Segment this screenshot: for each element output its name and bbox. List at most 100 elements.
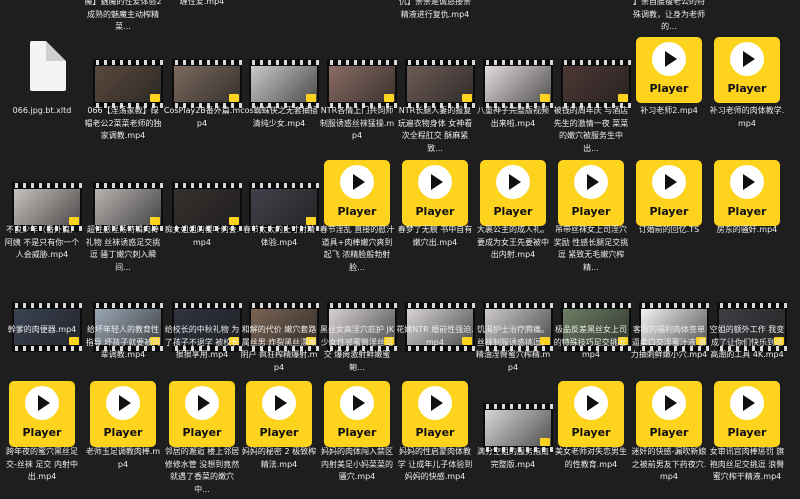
film-strip-icon xyxy=(405,59,475,109)
file-item[interactable]: 花嫁NTR 婚前性强迫.mp4 xyxy=(396,280,475,374)
file-item[interactable]: Player 春节淫乱 直接的慰汁 道具+肉棒嫩穴爽到起飞 浓精脸般勃射脸... xyxy=(318,160,396,274)
play-circle-icon xyxy=(652,42,686,76)
player-badge-icon xyxy=(384,94,394,102)
play-circle-icon xyxy=(496,165,530,199)
file-item[interactable]: 和解的代价 嫩穴套路属丝男 炸裂黑丝漂嫩阴户 疯狂榨精爆射.mp4 xyxy=(240,280,319,374)
film-strip-icon xyxy=(249,59,319,109)
player-text: Player xyxy=(727,82,767,95)
film-holes xyxy=(249,60,319,65)
file-item[interactable]: Player 美女老师对失恋男生的性教育.mp4 xyxy=(552,381,630,496)
file-item[interactable]: Player 老师玉足调教肉棒.mp4 xyxy=(84,381,162,496)
file-item[interactable]: Player 订婚前的回忆.TS xyxy=(630,160,708,274)
play-icon xyxy=(275,395,287,411)
play-icon xyxy=(509,174,521,190)
film-holes xyxy=(405,303,475,308)
player-icon: Player xyxy=(402,381,468,447)
player-icon: Player xyxy=(89,381,157,447)
file-item[interactable]: 春节太太的止寸射精体验.mp4 xyxy=(240,160,319,274)
play-icon xyxy=(353,395,365,411)
file-item[interactable]: Player 迷奸的快感-漏吹新娘之被前男友下药夜穴.mp4 xyxy=(630,381,708,496)
page-fold-icon xyxy=(46,41,66,61)
file-item[interactable]: cos蜘蛛侠之无套抽插清纯少女.mp4 xyxy=(240,37,319,155)
player-badge-icon xyxy=(462,94,472,102)
file-item[interactable]: 满分空姐的服务指南完整版.mp4 xyxy=(474,381,553,496)
player-badge-icon xyxy=(540,438,550,446)
file-label: 和解的代价 嫩穴套路属丝男 炸裂黑丝漂嫩阴户 疯狂榨精爆射.mp4 xyxy=(240,325,318,372)
play-icon xyxy=(38,395,50,411)
play-icon xyxy=(665,174,677,190)
file-label: 066【淫荡家教】绿帽老公2菜菜老师的独家调教.mp4 xyxy=(84,106,162,140)
file-item[interactable]: Player 大裹公主的成人礼。要成为女王先要被中出内射.mp4 xyxy=(474,160,552,274)
file-item[interactable]: 超性感淫荡特辑肉棒礼物 丝袜诱惑足交挑逗 骚丁嫩穴刺入瞬间... xyxy=(84,160,163,274)
video-thumbnail xyxy=(479,381,553,453)
file-item[interactable]: Player 吊带丝袜女上司淫穴奖励 性感长腿足交挑逗 紧致无毛嫩穴榨精... xyxy=(552,160,630,274)
file-item[interactable]: 黑丝女高淫穴庇护 JK少女性感蜜臀淫丝足交 爆肏激射鲜嫩蜜鲍... xyxy=(318,280,397,374)
player-text: Player xyxy=(727,205,767,218)
film-holes xyxy=(639,303,709,308)
file-label: 超性感淫荡特辑肉棒礼物 丝袜诱惑足交挑逗 骚丁嫩穴刺入瞬间... xyxy=(85,225,161,272)
player-icon: Player xyxy=(479,160,547,226)
player-icon: Player xyxy=(9,381,75,447)
file-item[interactable]: Player 房东的骚奸.mp4 xyxy=(708,160,786,274)
file-label: 春梦了无痕 书中自有嫩穴出.mp4 xyxy=(397,225,473,247)
player-icon: Player xyxy=(636,381,702,447)
film-holes xyxy=(327,60,397,65)
file-item[interactable]: 被钱的周年庆 与酒店先生的激情一夜 菜菜的嫩穴被服务生中出... xyxy=(552,37,631,155)
file-item[interactable]: 给校长的中秋礼物 为了孩子不退学 被校长狠狠享用.mp4 xyxy=(163,280,242,374)
file-item[interactable]: 不良少年（番外篇）阿姨 不是只有你一个人会威胁.mp4 xyxy=(3,160,82,274)
file-label: 美女老师对失恋男生的性教育.mp4 xyxy=(555,447,627,469)
film-holes xyxy=(12,303,82,308)
player-icon: Player xyxy=(168,381,236,447)
video-thumbnail xyxy=(89,160,163,232)
film-holes xyxy=(405,60,475,65)
file-item[interactable]: Player 妈妈的秘密 2 极致榨精法.mp4 xyxy=(240,381,318,496)
player-icon: Player xyxy=(557,381,625,447)
play-icon xyxy=(665,395,677,411)
file-item[interactable]: 痴女姐姐的樱叶约会.mp4 xyxy=(163,160,242,274)
film-strip-icon xyxy=(172,59,242,109)
file-label: 幹爹的肉便器.mp4 xyxy=(7,325,77,334)
player-icon: Player xyxy=(401,381,469,447)
file-item[interactable]: Player 女审讯官肉棒惩罚 旗袍肉丝足交挑逗 浪臀蜜穴榨干精液.mp4 xyxy=(708,381,786,496)
file-label: 花嫁NTR 婚前性强迫.mp4 xyxy=(396,325,474,347)
video-thumbnail xyxy=(168,160,242,232)
file-item[interactable]: NTR各情上门共饲师 制服诱惑丝袜猛操.mp4 xyxy=(318,37,397,155)
film-holes xyxy=(249,183,319,188)
file-item[interactable]: 066【淫荡家教】绿帽老公2菜菜老师的独家调教.mp4 xyxy=(84,37,163,155)
file-item[interactable]: Player 妈妈的肉体闯入禁区内射美足小妈菜菜的骚穴.mp4 xyxy=(318,381,396,496)
file-item[interactable]: CosPlay2B番外篇.mp4 xyxy=(163,37,242,155)
file-label: 满分空姐的服务指南完整版.mp4 xyxy=(477,447,549,469)
film-strip-icon xyxy=(483,59,553,109)
file-item[interactable]: 八重神子完整版视频出来啦.mp4 xyxy=(474,37,553,155)
player-icon: Player xyxy=(323,160,391,226)
file-item[interactable]: Player 春梦了无痕 书中自有嫩穴出.mp4 xyxy=(396,160,474,274)
player-badge-icon xyxy=(540,94,550,102)
file-item[interactable]: 幹爹的肉便器.mp4 xyxy=(3,280,82,374)
player-icon: Player xyxy=(714,160,780,226)
video-thumbnail xyxy=(557,37,631,109)
file-item[interactable]: 极品反差黑丝女上司的特殊技巧足交挑逗.mp4 xyxy=(552,280,631,374)
file-item[interactable]: Player 妈妈的性启蒙肉体教学 让成年儿子体验到妈妈的快感.mp4 xyxy=(396,381,474,496)
film-holes xyxy=(172,303,242,308)
player-icon: Player xyxy=(713,381,781,447)
file-item[interactable]: Player 邻居的邂逅 楼上邻居修修水管 没想到竟然就遇了香菜的嫩穴 中... xyxy=(163,381,241,496)
file-item[interactable]: Player 跨年夜的蜜穴黑丝足交-丝袜 足交 内射中出.mp4 xyxy=(3,381,81,496)
document-icon xyxy=(8,37,76,93)
player-text: Player xyxy=(415,205,455,218)
player-icon: Player xyxy=(635,381,703,447)
file-item[interactable]: NTR长腿人妻的报复 玩遍衣物身体 女神看次全程肛交 酥麻紧致... xyxy=(396,37,475,155)
file-label: 跨年夜的蜜穴黑丝足交-丝袜 足交 内射中出.mp4 xyxy=(6,447,78,481)
player-icon: Player xyxy=(169,381,235,447)
file-item[interactable]: Player 补习老师2.mp4 xyxy=(630,37,708,155)
file-item[interactable]: 066.jpg.bt.xltd xyxy=(3,37,81,155)
player-text: Player xyxy=(571,205,611,218)
file-label: CosPlay2B番外篇.mp4 xyxy=(163,106,241,128)
play-circle-icon xyxy=(262,386,296,420)
file-label: NTR长腿人妻的报复 玩遍衣物身体 女神看次全程肛交 酥麻紧致... xyxy=(397,106,473,153)
file-item[interactable]: Player 补习老师的肉体教学.mp4 xyxy=(708,37,786,155)
file-item[interactable]: 客服的福利肉体签单 逼柔口交淫蜜汁液 暴力抽刺鲜嫩小穴.mp4 xyxy=(630,280,709,374)
film-holes xyxy=(172,60,242,65)
file-item[interactable]: 空姐的额外工作 我变成了让你们快乐到达高潮的工具 4K.mp4 xyxy=(708,280,787,374)
file-item[interactable]: 饥渴护士治疗腾痛。丝袜制服诱惑挑逗，精油淫臀蜜穴榨精.mp4 xyxy=(474,280,553,374)
file-item[interactable]: 给坏年轻人的教育性指导 坏孩子就要被同辈调教.mp4 xyxy=(84,280,163,374)
